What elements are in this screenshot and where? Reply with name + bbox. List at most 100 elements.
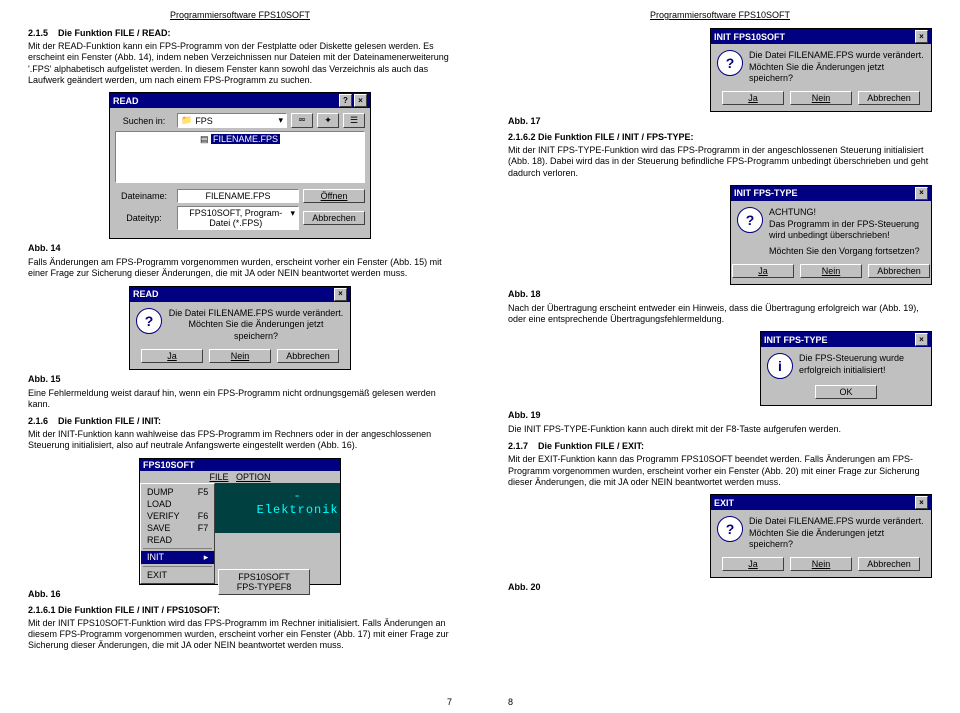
close-icon[interactable]: ×	[334, 288, 347, 301]
caption-abb-18: Abb. 18	[508, 289, 932, 299]
body-abb-14: Falls Änderungen am FPS-Programm vorgeno…	[28, 257, 452, 280]
ok-button[interactable]: OK	[815, 385, 877, 399]
file-list-item[interactable]: FILENAME.FPS	[211, 134, 280, 144]
caption-abb-15: Abb. 15	[28, 374, 452, 384]
no-button[interactable]: Nein	[790, 91, 852, 105]
dialog-title: INIT FPS-TYPE	[764, 335, 828, 345]
body-abb-19: Die INIT FPS-TYPE-Funktion kann auch dir…	[508, 424, 932, 435]
section-2-1-5-body: Mit der READ-Funktion kann ein FPS-Progr…	[28, 41, 452, 86]
page-number: 7	[447, 697, 452, 707]
cancel-button[interactable]: Abbrechen	[858, 557, 920, 571]
section-2-1-6-body: Mit der INIT-Funktion kann wahlweise das…	[28, 429, 452, 452]
section-2-1-6-1-body: Mit der INIT FPS10SOFT-Funktion wird das…	[28, 618, 452, 652]
info-icon: i	[767, 353, 793, 379]
label-filetype: Dateityp:	[115, 213, 173, 223]
dialog-line: Möchten Sie die Änderungen jetzt speiche…	[749, 62, 925, 85]
close-icon[interactable]: ×	[915, 496, 928, 509]
dialog-read-file: READ ? × Suchen in: 📁 FPS ▾ ⮹	[109, 92, 371, 239]
dialog-title: READ	[113, 96, 139, 106]
submenu-item-fps-type[interactable]: FPS-TYPEF8	[219, 582, 309, 592]
question-icon: ?	[737, 207, 763, 233]
menu-item-verify[interactable]: VERIFYF6	[141, 510, 214, 522]
dialog-line: Die Datei FILENAME.FPS wurde verändert.	[749, 516, 925, 528]
question-icon: ?	[717, 50, 743, 76]
cancel-button[interactable]: Abbrechen	[858, 91, 920, 105]
new-folder-button[interactable]: ✦	[317, 113, 339, 128]
dialog-read-confirm: READ × ? Die Datei FILENAME.FPS wurde ve…	[129, 286, 351, 370]
dialog-line: Die Datei FILENAME.FPS wurde verändert.	[168, 308, 344, 320]
filetype-select[interactable]: FPS10SOFT, Program-Datei (*.FPS) ▾	[177, 206, 299, 230]
caption-abb-17: Abb. 17	[508, 116, 932, 126]
caption-abb-19: Abb. 19	[508, 410, 932, 420]
dialog-title: INIT FPS-TYPE	[734, 188, 798, 198]
section-2-1-6-2-heading: 2.1.6.2 Die Funktion FILE / INIT / FPS-T…	[508, 132, 932, 142]
dialog-init-success: INIT FPS-TYPE × i Die FPS-Steuerung wurd…	[760, 331, 932, 406]
menu-item-save[interactable]: SAVEF7	[141, 522, 214, 534]
label-search-in: Suchen in:	[115, 116, 173, 126]
question-icon: ?	[136, 308, 162, 334]
page-number: 8	[508, 697, 513, 707]
no-button[interactable]: Nein	[209, 349, 271, 363]
yes-button[interactable]: Ja	[141, 349, 203, 363]
close-icon[interactable]: ×	[915, 187, 928, 200]
folder-icon: 📁	[181, 115, 192, 126]
dialog-line: Möchten Sie den Vorgang fortsetzen?	[769, 246, 925, 258]
close-icon[interactable]: ×	[354, 94, 367, 107]
section-2-1-6-2-body: Mit der INIT FPS-TYPE-Funktion wird das …	[508, 145, 932, 179]
no-button[interactable]: Nein	[790, 557, 852, 571]
section-number: 2.1.5	[28, 28, 48, 38]
page-7: Programmiersoftware FPS10SOFT 2.1.5 Die …	[0, 0, 480, 713]
yes-button[interactable]: Ja	[722, 91, 784, 105]
cancel-button[interactable]: Abbrechen	[277, 349, 339, 363]
file-list[interactable]: ▤ FILENAME.FPS	[115, 131, 365, 183]
menu-option[interactable]: OPTION	[236, 472, 271, 482]
app-window-fps10soft: FPS10SOFT FILE OPTION DUMPF5 LOAD VERIFY…	[139, 458, 341, 585]
close-icon[interactable]: ×	[915, 30, 928, 43]
dialog-init-fps10soft: INIT FPS10SOFT × ? Die Datei FILENAME.FP…	[710, 28, 932, 112]
submenu-init: FPS10SOFT FPS-TYPEF8	[218, 569, 310, 595]
section-number: 2.1.6	[28, 416, 48, 426]
filename-input[interactable]: FILENAME.FPS	[177, 189, 299, 203]
menu-item-exit[interactable]: EXIT	[141, 569, 214, 581]
dialog-title: EXIT	[714, 498, 734, 508]
yes-button[interactable]: Ja	[722, 557, 784, 571]
running-header: Programmiersoftware FPS10SOFT	[28, 10, 452, 20]
section-2-1-5-heading: 2.1.5 Die Funktion FILE / READ:	[28, 28, 452, 38]
page-8: Programmiersoftware FPS10SOFT INIT FPS10…	[480, 0, 960, 713]
menu-item-dump[interactable]: DUMPF5	[141, 486, 214, 498]
cancel-button[interactable]: Abbrechen	[303, 211, 365, 225]
body-abb-15: Eine Fehlermeldung weist darauf hin, wen…	[28, 388, 452, 411]
brand-text: -Elektronik	[257, 489, 339, 517]
menu-file-dropdown: DUMPF5 LOAD VERIFYF6 SAVEF7 READ INIT▸ E…	[140, 483, 215, 584]
dialog-init-fps-type: INIT FPS-TYPE × ? ACHTUNG! Das Programm …	[730, 185, 932, 285]
section-number: 2.1.7	[508, 441, 528, 451]
body-abb-18: Nach der Übertragung erscheint entweder …	[508, 303, 932, 326]
caption-abb-20: Abb. 20	[508, 582, 932, 592]
dialog-line: Die FPS-Steuerung wurde erfolgreich init…	[799, 353, 925, 376]
submenu-item-fps10soft[interactable]: FPS10SOFT	[219, 572, 309, 582]
yes-button[interactable]: Ja	[732, 264, 794, 278]
dialog-line: Die Datei FILENAME.FPS wurde verändert.	[749, 50, 925, 62]
list-view-button[interactable]: ☰	[343, 113, 365, 128]
up-folder-button[interactable]: ⮹	[291, 113, 313, 128]
section-title: Die Funktion FILE / READ:	[58, 28, 171, 38]
menubar: FILE OPTION	[140, 471, 340, 483]
no-button[interactable]: Nein	[800, 264, 862, 278]
search-in-select[interactable]: 📁 FPS ▾	[177, 113, 287, 128]
dialog-title: READ	[133, 289, 159, 299]
dialog-line: Das Programm in der FPS-Steuerung wird u…	[769, 219, 925, 242]
menu-item-load[interactable]: LOAD	[141, 498, 214, 510]
open-button[interactable]: Öffnen	[303, 189, 365, 203]
dialog-exit-confirm: EXIT × ? Die Datei FILENAME.FPS wurde ve…	[710, 494, 932, 578]
cancel-button[interactable]: Abbrechen	[868, 264, 930, 278]
dialog-title: INIT FPS10SOFT	[714, 32, 785, 42]
help-icon[interactable]: ?	[339, 94, 352, 107]
running-header: Programmiersoftware FPS10SOFT	[508, 10, 932, 20]
close-icon[interactable]: ×	[915, 333, 928, 346]
menu-item-init[interactable]: INIT▸	[141, 551, 214, 564]
label-filename: Dateiname:	[115, 191, 173, 201]
search-in-value: FPS	[195, 116, 213, 126]
menu-file[interactable]: FILE	[209, 472, 228, 482]
app-title: FPS10SOFT	[143, 460, 195, 470]
menu-item-read[interactable]: READ	[141, 534, 214, 546]
